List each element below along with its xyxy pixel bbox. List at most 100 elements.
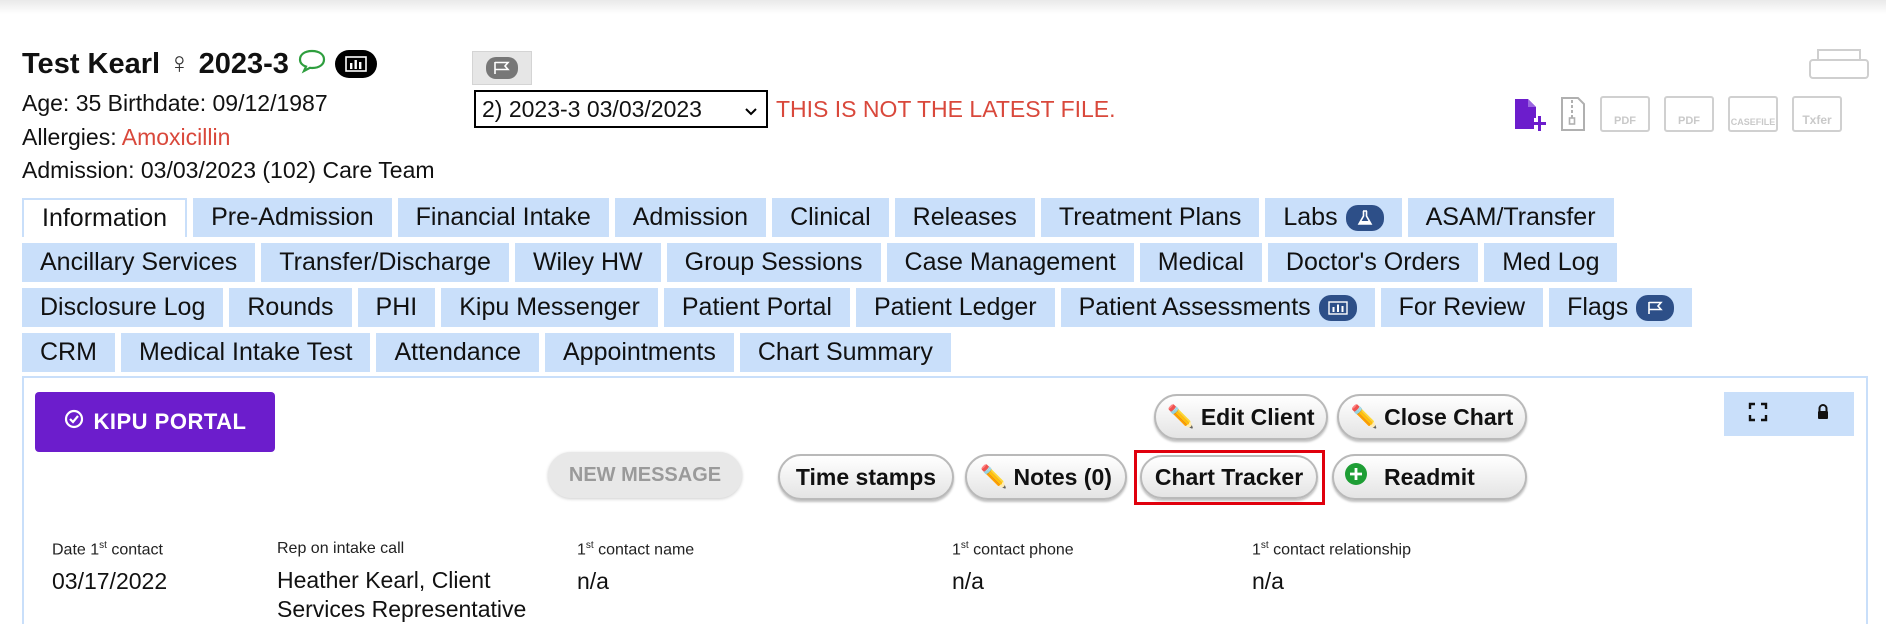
tab-med-log[interactable]: Med Log xyxy=(1484,243,1618,282)
tab-wiley-hw[interactable]: Wiley HW xyxy=(514,243,661,282)
tab-attendance[interactable]: Attendance xyxy=(376,333,539,372)
tab-rounds[interactable]: Rounds xyxy=(229,288,352,327)
tab-doctors-orders[interactable]: Doctor's Orders xyxy=(1267,243,1479,282)
tab-medical-intake-test[interactable]: Medical Intake Test xyxy=(120,333,371,372)
field-first-contact-relationship: 1st contact relationship n/a xyxy=(1252,540,1411,596)
flask-icon xyxy=(1345,204,1384,231)
file-select-value: 2) 2023-3 03/03/2023 xyxy=(482,95,702,122)
allergies-label: Allergies: xyxy=(22,124,117,150)
tab-admission[interactable]: Admission xyxy=(614,198,767,237)
tab-information[interactable]: Information xyxy=(22,198,188,237)
field-value: n/a xyxy=(577,568,609,595)
chart-tabs: Information Pre-Admission Financial Inta… xyxy=(22,198,1882,378)
field-label: Date 1st contact xyxy=(52,540,163,559)
check-circle-icon xyxy=(64,409,84,435)
close-chart-button[interactable]: ✏️ Close Chart xyxy=(1337,394,1527,440)
tab-row-4: CRM Medical Intake Test Attendance Appoi… xyxy=(22,333,1882,372)
tab-row-1: Information Pre-Admission Financial Inta… xyxy=(22,198,1882,237)
tab-disclosure-log[interactable]: Disclosure Log xyxy=(22,288,224,327)
pencil-icon: ✏️ xyxy=(1167,404,1195,429)
patient-name: Test Kearl xyxy=(22,47,161,80)
tab-labs-label: Labs xyxy=(1283,203,1338,231)
highlight-box xyxy=(1134,450,1325,505)
field-rep-on-intake-call: Rep on intake call Heather Kearl, Client… xyxy=(277,540,547,624)
field-date-first-contact: Date 1st contact 03/17/2022 xyxy=(52,540,167,596)
field-value: 03/17/2022 xyxy=(52,568,168,595)
pdf-icon[interactable]: PDF xyxy=(1600,96,1650,132)
tab-crm[interactable]: CRM xyxy=(22,333,115,372)
tab-patient-portal[interactable]: Patient Portal xyxy=(663,288,850,327)
pencil-icon: ✏️ xyxy=(1350,404,1379,429)
notes-button[interactable]: ✏️ Notes (0) xyxy=(965,454,1127,500)
field-label: 1st contact relationship xyxy=(1252,540,1411,559)
tab-case-management[interactable]: Case Management xyxy=(886,243,1134,282)
tab-financial-intake[interactable]: Financial Intake xyxy=(397,198,609,237)
field-label: 1st contact phone xyxy=(952,540,1074,559)
tab-chart-summary[interactable]: Chart Summary xyxy=(739,333,951,372)
tab-for-review[interactable]: For Review xyxy=(1380,288,1544,327)
tab-group-sessions[interactable]: Group Sessions xyxy=(666,243,881,282)
tab-transfer-discharge[interactable]: Transfer/Discharge xyxy=(261,243,509,282)
tab-kipu-messenger[interactable]: Kipu Messenger xyxy=(441,288,658,327)
tab-treatment-plans[interactable]: Treatment Plans xyxy=(1040,198,1260,237)
field-label: 1st contact name xyxy=(577,540,695,559)
tab-row-2: Ancillary Services Transfer/Discharge Wi… xyxy=(22,243,1882,282)
file-select[interactable]: 2) 2023-3 03/03/2023 xyxy=(474,90,768,128)
tab-ancillary-services[interactable]: Ancillary Services xyxy=(22,243,256,282)
allergy-value[interactable]: Amoxicillin xyxy=(122,124,231,150)
tab-phi[interactable]: PHI xyxy=(357,288,436,327)
lock-icon[interactable] xyxy=(1816,403,1830,425)
field-first-contact-phone: 1st contact phone n/a xyxy=(952,540,1074,596)
bar-chart-icon[interactable] xyxy=(334,50,377,78)
tab-patient-assessments-label: Patient Assessments xyxy=(1078,293,1311,321)
kipu-portal-label: KIPU PORTAL xyxy=(93,409,247,434)
zip-file-icon[interactable] xyxy=(1560,96,1586,134)
flag-icon xyxy=(486,57,518,79)
not-latest-warning: THIS IS NOT THE LATEST FILE. xyxy=(776,96,1116,122)
allergies-line: Allergies: Amoxicillin xyxy=(22,124,230,151)
admission-line: Admission: 03/03/2023 (102) Care Team xyxy=(22,157,435,183)
bar-chart-icon xyxy=(1318,294,1357,321)
add-file-icon[interactable] xyxy=(1512,96,1547,134)
field-first-contact-name: 1st contact name n/a xyxy=(577,540,694,596)
edit-client-button[interactable]: ✏️ Edit Client xyxy=(1154,394,1328,440)
field-value: Heather Kearl, Client Services Represent… xyxy=(277,567,527,622)
top-bar-shade xyxy=(0,0,1886,14)
tab-clinical[interactable]: Clinical xyxy=(772,198,889,237)
tab-pre-admission[interactable]: Pre-Admission xyxy=(193,198,392,237)
pdf-multi-icon[interactable]: PDF xyxy=(1664,96,1714,132)
transfer-icon[interactable]: Txfer xyxy=(1792,96,1842,132)
field-value: n/a xyxy=(952,568,984,595)
patient-header: Test Kearl ♀ 2023-3 xyxy=(22,47,377,81)
tab-appointments[interactable]: Appointments xyxy=(544,333,734,372)
tab-patient-ledger[interactable]: Patient Ledger xyxy=(855,288,1055,327)
chevron-down-icon xyxy=(744,96,758,123)
flag-button[interactable] xyxy=(472,51,532,85)
pencil-icon: ✏️ xyxy=(980,464,1008,489)
new-message-button[interactable]: NEW MESSAGE xyxy=(548,452,742,498)
tab-labs[interactable]: Labs xyxy=(1265,198,1402,237)
tab-medical[interactable]: Medical xyxy=(1139,243,1262,282)
plus-circle-icon xyxy=(1344,462,1368,492)
tab-asam-transfer[interactable]: ASAM/Transfer xyxy=(1407,198,1614,237)
document-icons: PDF PDF CASEFILE Txfer xyxy=(1512,96,1842,134)
printer-icon[interactable] xyxy=(1808,48,1870,82)
age-birthdate: Age: 35 Birthdate: 09/12/1987 xyxy=(22,90,328,116)
flag-icon xyxy=(1636,294,1675,321)
time-stamps-button[interactable]: Time stamps xyxy=(778,454,954,500)
kipu-portal-button[interactable]: KIPU PORTAL xyxy=(35,392,275,452)
field-label: Rep on intake call xyxy=(277,540,405,557)
tab-row-3: Disclosure Log Rounds PHI Kipu Messenger… xyxy=(22,288,1882,327)
female-icon: ♀ xyxy=(168,47,191,80)
readmit-button[interactable]: Readmit xyxy=(1332,454,1527,500)
tab-releases[interactable]: Releases xyxy=(894,198,1035,237)
tab-flags[interactable]: Flags xyxy=(1549,288,1693,327)
field-value: n/a xyxy=(1252,568,1284,595)
tab-patient-assessments[interactable]: Patient Assessments xyxy=(1060,288,1375,327)
expand-icon[interactable] xyxy=(1748,402,1768,427)
tab-flags-label: Flags xyxy=(1567,293,1629,321)
casefile-icon[interactable]: CASEFILE xyxy=(1728,96,1778,132)
patient-file-id: 2023-3 xyxy=(198,47,289,80)
chat-bubble-icon[interactable] xyxy=(297,48,327,81)
panel-tools xyxy=(1724,392,1854,436)
